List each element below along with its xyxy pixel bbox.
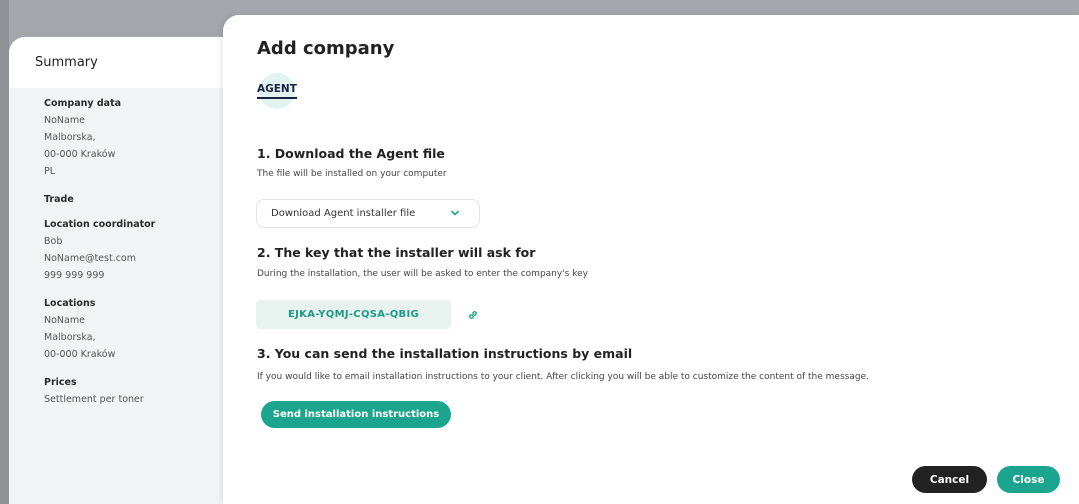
modal-title: Add company: [257, 38, 395, 59]
summary-panel: Summary Company data NoName Malborska, 0…: [9, 37, 249, 504]
summary-location-coordinator: Location coordinator Bob NoName@test.com…: [44, 219, 249, 284]
location-city: 00-000 Kraków: [44, 349, 116, 360]
coordinator-name: Bob: [44, 236, 63, 247]
coordinator-email: NoName@test.com: [44, 253, 136, 264]
cancel-button[interactable]: Cancel: [912, 466, 987, 493]
send-installation-instructions-button[interactable]: Send installation instructions: [261, 401, 451, 428]
summary-trade: Trade: [44, 194, 249, 205]
add-company-modal: Add company AGENT 1. Download the Agent …: [223, 15, 1079, 504]
backdrop: [0, 0, 9, 504]
prices-value: Settlement per toner: [44, 394, 144, 405]
link-icon[interactable]: [467, 309, 479, 321]
download-agent-select[interactable]: Download Agent installer file: [256, 199, 480, 228]
summary-locations: Locations NoName Malborska, 00-000 Krakó…: [44, 298, 249, 363]
close-button[interactable]: Close: [997, 466, 1060, 493]
step2-title: 2. The key that the installer will ask f…: [257, 245, 536, 260]
trade-label: Trade: [44, 194, 74, 205]
company-data-label: Company data: [44, 98, 122, 109]
summary-title: Summary: [9, 37, 249, 88]
summary-company-data: Company data NoName Malborska, 00-000 Kr…: [44, 98, 249, 180]
company-key-box: EJKA-YQMJ-CQSA-QBIG: [256, 300, 451, 329]
company-key: EJKA-YQMJ-CQSA-QBIG: [288, 309, 419, 320]
step1-title: 1. Download the Agent file: [257, 146, 445, 161]
company-country: PL: [44, 166, 56, 177]
company-city: 00-000 Kraków: [44, 149, 116, 160]
location-street: Malborska,: [44, 332, 96, 343]
locations-label: Locations: [44, 298, 96, 309]
download-agent-select-value: Download Agent installer file: [271, 208, 416, 219]
company-name: NoName: [44, 115, 85, 126]
step2-desc: During the installation, the user will b…: [257, 269, 588, 279]
company-street: Malborska,: [44, 132, 96, 143]
summary-prices: Prices Settlement per toner: [44, 377, 249, 408]
step3-desc: If you would like to email installation …: [257, 372, 869, 382]
chevron-down-icon: [451, 210, 459, 216]
location-coordinator-label: Location coordinator: [44, 219, 156, 230]
step1-desc: The file will be installed on your compu…: [257, 169, 447, 179]
step3-title: 3. You can send the installation instruc…: [257, 346, 633, 361]
location-name: NoName: [44, 315, 85, 326]
prices-label: Prices: [44, 377, 77, 388]
tab-agent[interactable]: AGENT: [257, 83, 297, 99]
coordinator-phone: 999 999 999: [44, 270, 105, 281]
